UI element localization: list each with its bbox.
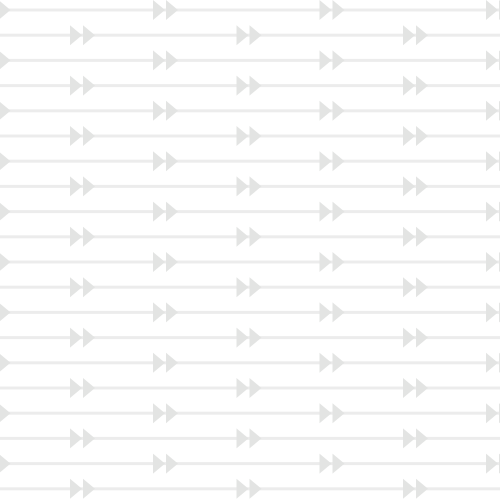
horizontal-line [0, 361, 500, 365]
arrow-pattern-canvas [0, 0, 500, 500]
arrow-line-pattern [0, 0, 500, 500]
horizontal-line [0, 210, 500, 214]
pattern-background [0, 0, 500, 500]
horizontal-line [0, 411, 500, 415]
horizontal-line [0, 260, 500, 264]
horizontal-line [0, 8, 500, 12]
horizontal-line [0, 159, 500, 163]
horizontal-line [0, 109, 500, 113]
horizontal-line [0, 58, 500, 62]
horizontal-line [0, 310, 500, 314]
horizontal-line [0, 462, 500, 466]
